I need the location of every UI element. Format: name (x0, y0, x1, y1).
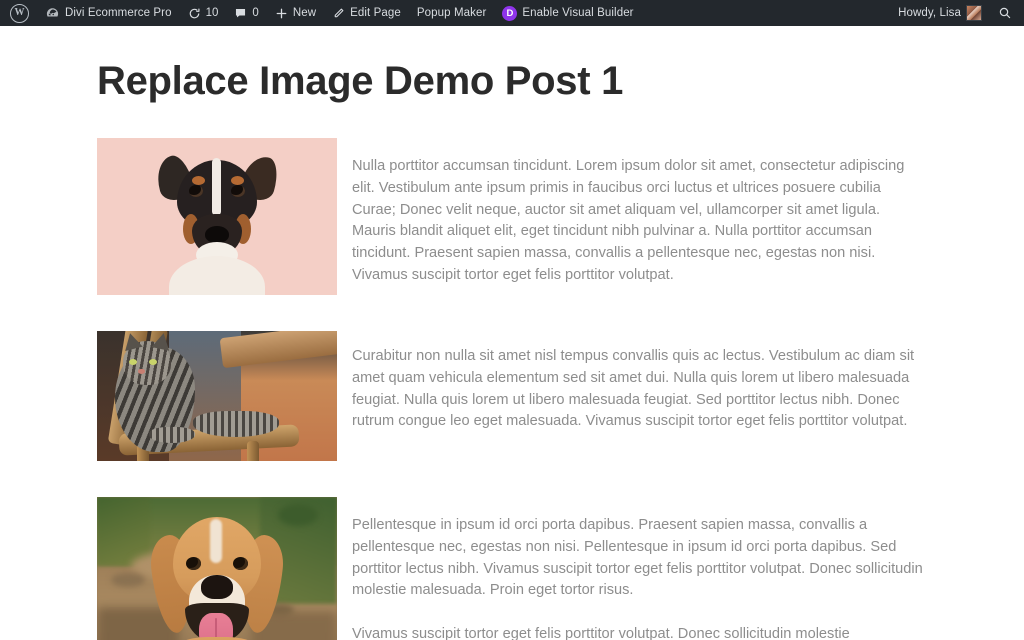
comments-menu[interactable]: 0 (226, 0, 266, 26)
dog-brow-right (231, 176, 244, 185)
content-container: Replace Image Demo Post 1 Nulla porttito… (97, 26, 927, 640)
tabby-cat-on-chair-photo[interactable] (97, 331, 337, 461)
beagle-eye-right (233, 557, 248, 570)
beagle-blaze (210, 519, 222, 563)
comment-bubble-icon (236, 8, 246, 17)
edit-page-link[interactable]: Edit Page (324, 0, 409, 26)
jack-russell-terrier-photo[interactable] (97, 138, 337, 295)
cat-hind-leg (193, 411, 279, 437)
text-column: Pellentesque in ipsum id orci porta dapi… (352, 497, 927, 640)
dog-eye-left (189, 185, 203, 197)
chair-leg-right (247, 441, 259, 461)
paragraph: Pellentesque in ipsum id orci porta dapi… (352, 517, 923, 599)
beagle-tongue (199, 613, 233, 640)
dog-chest (169, 256, 265, 295)
dog-brow-left (192, 176, 205, 185)
new-content-label: New (292, 7, 317, 19)
updates-count: 10 (205, 7, 219, 19)
cat-front-paw (149, 427, 195, 443)
wp-admin-bar: Divi Ecommerce Pro 10 0 New Edi (0, 0, 1024, 26)
text-column: Nulla porttitor accumsan tincidunt. Lore… (352, 138, 927, 287)
paragraph: Nulla porttitor accumsan tincidunt. Lore… (352, 158, 905, 283)
cat-ear-right (151, 331, 173, 351)
popup-maker-menu[interactable]: Popup Maker (409, 0, 495, 26)
media-column (97, 331, 337, 461)
enable-visual-builder-label: Enable Visual Builder (522, 7, 634, 19)
dashboard-icon (46, 7, 59, 16)
popup-maker-label: Popup Maker (416, 7, 487, 19)
content-block: Pellentesque in ipsum id orci porta dapi… (97, 497, 927, 640)
media-column (97, 497, 337, 640)
page-content: Replace Image Demo Post 1 Nulla porttito… (0, 26, 1024, 640)
paragraph: Vivamus suscipit tortor eget felis portt… (352, 626, 850, 640)
updates-menu[interactable]: 10 (180, 0, 227, 26)
admin-bar-left-group: Divi Ecommerce Pro 10 0 New Edi (0, 0, 642, 26)
my-account-menu[interactable]: Howdy, Lisa (890, 0, 990, 26)
search-icon (999, 7, 1011, 19)
media-column (97, 138, 337, 295)
beagle-eye-left (186, 557, 201, 570)
enable-visual-builder-link[interactable]: D Enable Visual Builder (494, 0, 641, 26)
site-name-menu[interactable]: Divi Ecommerce Pro (37, 0, 180, 26)
new-content-menu[interactable]: New (267, 0, 324, 26)
cat-eye-left (129, 359, 137, 365)
updates-icon (189, 7, 200, 18)
paragraph: Curabitur non nulla sit amet nisl tempus… (352, 348, 915, 430)
cat-nose (138, 369, 145, 374)
wp-logo-menu[interactable] (2, 0, 37, 26)
page-title: Replace Image Demo Post 1 (97, 59, 624, 103)
site-name-label: Divi Ecommerce Pro (65, 7, 172, 19)
pencil-icon (334, 8, 344, 17)
smiling-beagle-photo[interactable] (97, 497, 337, 640)
search-button[interactable] (990, 0, 1020, 26)
content-block: Curabitur non nulla sit amet nisl tempus… (97, 331, 927, 461)
comments-count: 0 (252, 7, 259, 19)
beagle-nose (201, 575, 233, 599)
edit-page-label: Edit Page (350, 7, 401, 19)
text-column: Curabitur non nulla sit amet nisl tempus… (352, 331, 927, 433)
dog-blaze (212, 158, 221, 216)
dog-nose (205, 226, 229, 243)
photo-stone-one (111, 572, 146, 587)
beagle-head-illustration (147, 517, 287, 640)
cat-eye-right (149, 359, 157, 365)
wordpress-logo-icon (10, 3, 29, 23)
content-block: Nulla porttitor accumsan tincidunt. Lore… (97, 138, 927, 295)
photo-foliage (277, 503, 318, 526)
howdy-label: Howdy, Lisa (898, 7, 961, 19)
avatar (966, 5, 982, 21)
divi-d-icon: D (502, 5, 518, 21)
plus-icon (276, 8, 287, 18)
dog-head-illustration (151, 152, 283, 295)
dog-eye-right (231, 185, 245, 197)
admin-bar-right-group: Howdy, Lisa (890, 0, 1024, 26)
